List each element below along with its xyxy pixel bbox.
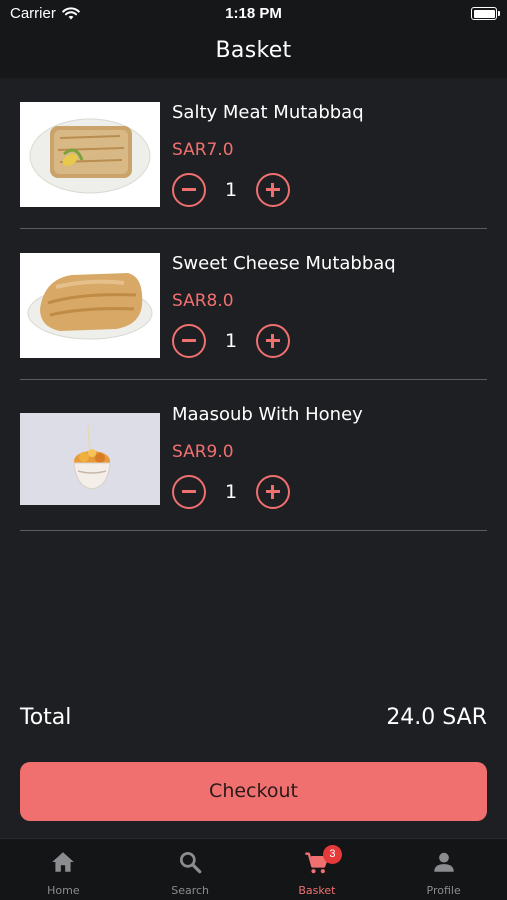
decrease-quantity-button[interactable] bbox=[172, 475, 206, 509]
maasoub-bowl-image bbox=[20, 413, 160, 505]
decrease-quantity-button[interactable] bbox=[172, 324, 206, 358]
item-name: Sweet Cheese Mutabbaq bbox=[172, 253, 396, 274]
tab-home[interactable]: Home bbox=[0, 839, 127, 900]
item-name: Maasoub With Honey bbox=[172, 404, 363, 425]
item-name: Salty Meat Mutabbaq bbox=[172, 102, 364, 123]
status-bar: Carrier 1:18 PM bbox=[0, 0, 507, 28]
tab-home-label: Home bbox=[47, 884, 80, 897]
battery-icon bbox=[471, 7, 500, 20]
increase-quantity-button[interactable] bbox=[256, 173, 290, 207]
item-quantity: 1 bbox=[224, 330, 238, 352]
checkout-button[interactable]: Checkout bbox=[20, 762, 487, 821]
tab-bar: Home Search 3 Basket Profile bbox=[0, 838, 507, 900]
decrease-quantity-button[interactable] bbox=[172, 173, 206, 207]
basket-item: Salty Meat Mutabbaq SAR7.0 1 bbox=[20, 78, 487, 229]
basket-list: Salty Meat Mutabbaq SAR7.0 1 Sweet Chees… bbox=[0, 78, 507, 531]
item-price: SAR7.0 bbox=[172, 140, 234, 160]
nav-bar: Basket bbox=[0, 28, 507, 78]
tab-profile[interactable]: Profile bbox=[380, 839, 507, 900]
profile-icon bbox=[433, 852, 454, 872]
quantity-stepper: 1 bbox=[172, 173, 290, 207]
total-value: 24.0 SAR bbox=[386, 705, 487, 730]
tab-search[interactable]: Search bbox=[127, 839, 254, 900]
meat-mutabbaq-image bbox=[20, 102, 160, 207]
basket-item: Maasoub With Honey SAR9.0 1 bbox=[20, 380, 487, 531]
home-icon bbox=[52, 852, 75, 872]
total-label: Total bbox=[20, 705, 72, 730]
item-quantity: 1 bbox=[224, 179, 238, 201]
tab-search-label: Search bbox=[171, 884, 210, 897]
status-time: 1:18 PM bbox=[225, 5, 282, 22]
item-price: SAR9.0 bbox=[172, 442, 234, 462]
increase-quantity-button[interactable] bbox=[256, 475, 290, 509]
basket-item: Sweet Cheese Mutabbaq SAR8.0 1 bbox=[20, 229, 487, 380]
tab-profile-label: Profile bbox=[426, 884, 461, 897]
tab-basket[interactable]: 3 Basket bbox=[254, 839, 381, 900]
search-icon bbox=[180, 851, 202, 874]
cheese-mutabbaq-image bbox=[20, 253, 160, 358]
cart-count-badge: 3 bbox=[322, 845, 342, 864]
total-row: Total 24.0 SAR bbox=[20, 705, 487, 737]
page-title: Basket bbox=[215, 38, 292, 63]
quantity-stepper: 1 bbox=[172, 475, 290, 509]
quantity-stepper: 1 bbox=[172, 324, 290, 358]
increase-quantity-button[interactable] bbox=[256, 324, 290, 358]
tab-basket-label: Basket bbox=[298, 884, 336, 897]
item-quantity: 1 bbox=[224, 481, 238, 503]
item-price: SAR8.0 bbox=[172, 291, 234, 311]
